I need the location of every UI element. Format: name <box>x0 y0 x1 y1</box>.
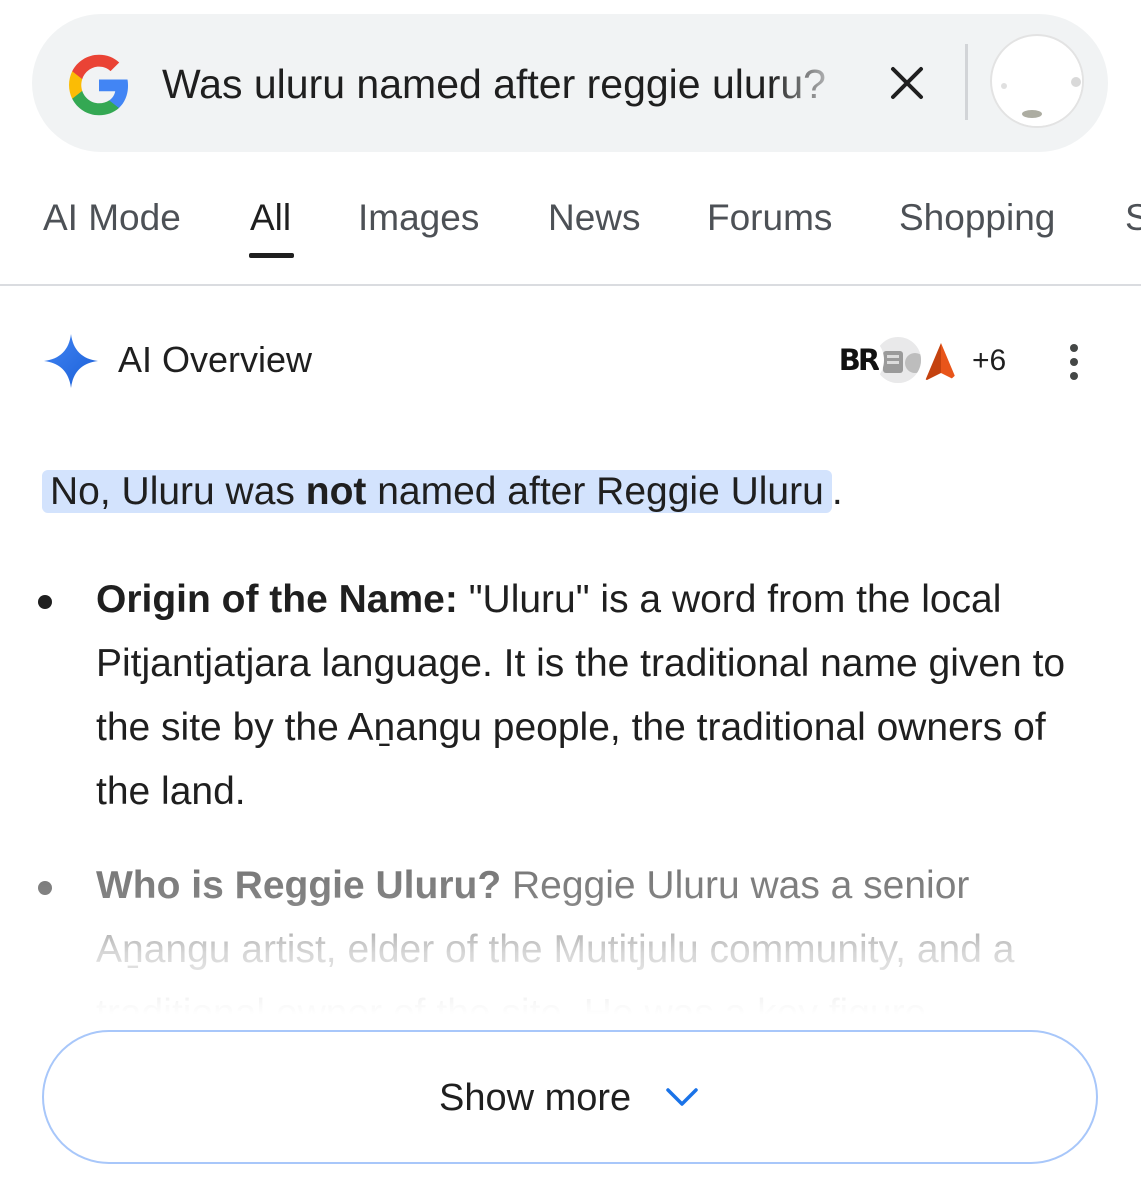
search-input[interactable] <box>162 56 852 112</box>
search-tabs: AI Mode All Images News Forums Shopping … <box>0 180 1141 286</box>
ai-overview-answer: No, Uluru was not named after Reggie Ulu… <box>42 464 843 520</box>
avatar-image-icon <box>994 38 1082 126</box>
close-icon[interactable] <box>886 62 928 104</box>
ai-overview-title: AI Overview <box>118 339 313 380</box>
source-favicon-br[interactable]: BR <box>832 334 884 386</box>
search-bar-divider <box>965 44 968 120</box>
active-tab-indicator <box>249 253 294 258</box>
tab-shopping[interactable]: Shopping <box>899 194 1055 242</box>
source-favicons[interactable]: BR <box>832 332 972 390</box>
google-search-page: AI Mode All Images News Forums Shopping … <box>0 0 1141 1200</box>
sparkle-icon <box>44 334 98 388</box>
bullet-text: Who is Reggie Uluru? Reggie Uluru was a … <box>96 854 1096 1014</box>
bullet-text: Origin of the Name: "Uluru" is a word fr… <box>96 568 1096 824</box>
show-more-label: Show more <box>439 1077 632 1119</box>
avatar[interactable] <box>990 34 1084 128</box>
answer-end-punct: . <box>831 470 843 513</box>
list-item: Who is Reggie Uluru? Reggie Uluru was a … <box>0 854 1141 1014</box>
answer-prefix: No, Uluru was <box>50 470 306 513</box>
more-options-icon[interactable] <box>1056 338 1092 386</box>
ai-overview-header: AI Overview BR +6 <box>0 322 1141 402</box>
bullet-heading: Who is Reggie Uluru? <box>96 864 502 907</box>
tabs-divider <box>0 284 1141 286</box>
more-sources-count[interactable]: +6 <box>972 342 1006 380</box>
tab-images[interactable]: Images <box>358 194 479 242</box>
tab-ai-mode[interactable]: AI Mode <box>43 194 181 242</box>
bullet-heading: Origin of the Name: <box>96 578 458 621</box>
source-logo-text: BR <box>838 343 880 377</box>
bullet-dot <box>38 595 52 609</box>
answer-emphasis: not <box>305 470 367 513</box>
tab-news[interactable]: News <box>548 194 641 242</box>
google-logo-icon[interactable] <box>66 52 132 118</box>
bullet-dot <box>38 881 52 895</box>
show-more-button[interactable]: Show more <box>42 1030 1098 1164</box>
chevron-down-icon <box>666 1088 698 1106</box>
tab-all[interactable]: All <box>250 194 291 242</box>
tab-truncated[interactable]: S <box>1125 194 1141 242</box>
answer-suffix: named after Reggie Uluru <box>366 470 824 513</box>
tab-forums[interactable]: Forums <box>707 194 832 242</box>
answer-highlight: No, Uluru was not named after Reggie Ulu… <box>42 470 832 513</box>
